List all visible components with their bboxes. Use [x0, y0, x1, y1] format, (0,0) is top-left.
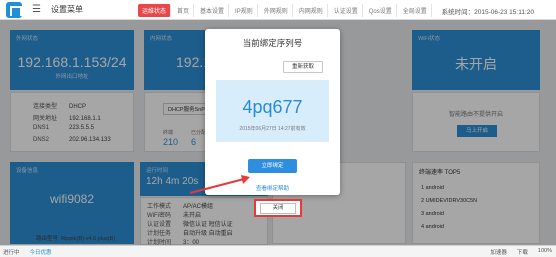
status-link[interactable]: 今日优惠: [30, 248, 52, 256]
annotation-arrow: [189, 175, 250, 194]
accelerator-item[interactable]: 加速器: [490, 248, 507, 256]
browser-status-bar: 进行中 今日优惠 加速器 下载 100%: [0, 245, 556, 257]
status-left: 进行中: [3, 249, 20, 256]
status-right: 加速器 下载 100%: [490, 248, 552, 256]
download-item[interactable]: 下载: [517, 248, 528, 256]
zoom-level[interactable]: 100%: [538, 248, 552, 256]
